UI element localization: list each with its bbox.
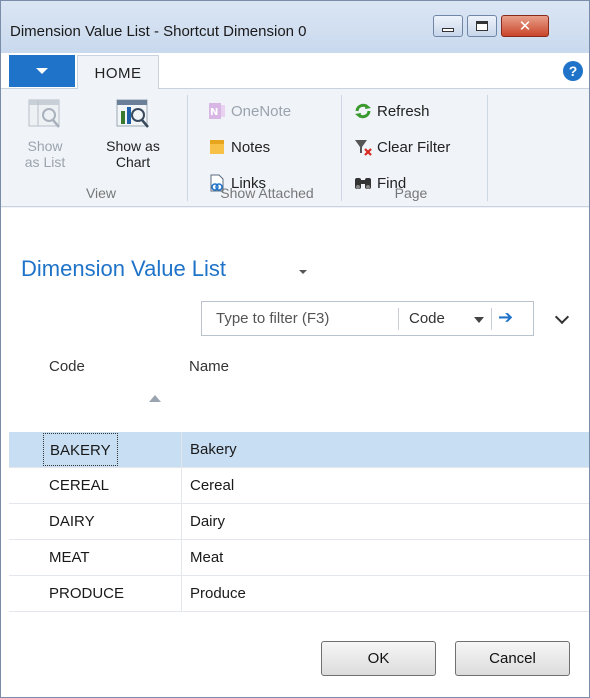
chevron-down-icon [36, 68, 48, 74]
show-as-list-button[interactable]: Show as List [15, 97, 75, 170]
column-header-name[interactable]: Name [189, 358, 229, 375]
filter-field-select[interactable]: Code [409, 310, 445, 327]
table-row[interactable]: BAKERY Bakery [9, 432, 589, 468]
sort-ascending-icon [149, 395, 161, 402]
ribbon: Show as List Show as Chart View N OneNot… [1, 89, 589, 207]
cell-name[interactable]: Cereal [181, 468, 234, 503]
ribbon-tab-row: HOME ? [1, 53, 589, 90]
app-menu-button[interactable] [9, 55, 75, 87]
ok-button[interactable]: OK [321, 641, 436, 676]
filter-box: Type to filter (F3) Code ➔ [201, 301, 534, 336]
page-title[interactable]: Dimension Value List [21, 256, 226, 282]
onenote-label: OneNote [231, 102, 292, 120]
filter-input[interactable]: Type to filter (F3) [216, 310, 329, 327]
onenote-icon: N [207, 101, 227, 121]
chevron-down-icon[interactable] [299, 270, 307, 274]
cell-code[interactable]: CEREAL [43, 468, 115, 503]
notes-label: Notes [231, 138, 271, 156]
group-label-view: View [85, 185, 117, 201]
close-button[interactable]: ✕ [501, 15, 549, 37]
svg-text:N: N [210, 107, 218, 118]
cell-name[interactable]: Produce [181, 576, 246, 611]
refresh-label: Refresh [377, 102, 430, 120]
group-separator [341, 95, 342, 201]
cell-code[interactable]: MEAT [43, 540, 96, 575]
table-row[interactable]: DAIRY Dairy [9, 504, 589, 540]
clear-filter-button[interactable]: Clear Filter [353, 135, 450, 159]
minimize-button[interactable] [433, 15, 463, 37]
cell-name[interactable]: Meat [181, 540, 223, 575]
maximize-icon [476, 21, 488, 31]
list-page: Dimension Value List Type to filter (F3)… [1, 208, 589, 697]
divider [491, 308, 492, 330]
table-row[interactable]: CEREAL Cereal [9, 468, 589, 504]
note-icon [207, 137, 227, 157]
chevron-down-icon[interactable] [474, 317, 484, 323]
title-bar[interactable]: Dimension Value List - Shortcut Dimensio… [1, 1, 589, 53]
close-icon: ✕ [518, 17, 532, 35]
show-as-list-label-1: Show [27, 138, 63, 154]
show-as-list-label-2: as List [24, 154, 66, 170]
group-label-show-attached: Show Attached [220, 185, 314, 201]
window-title: Dimension Value List - Shortcut Dimensio… [10, 23, 307, 40]
data-grid: BAKERY Bakery CEREAL Cereal DAIRY Dairy … [9, 432, 589, 612]
clear-filter-label: Clear Filter [377, 138, 451, 156]
cell-code[interactable]: PRODUCE [43, 576, 130, 611]
group-separator [487, 95, 488, 201]
cell-name[interactable]: Dairy [181, 504, 225, 539]
show-as-chart-button[interactable]: Show as Chart [95, 97, 171, 170]
cancel-button[interactable]: Cancel [455, 641, 570, 676]
table-row[interactable]: PRODUCE Produce [9, 576, 589, 612]
refresh-button[interactable]: Refresh [353, 99, 430, 123]
cell-name[interactable]: Bakery [181, 432, 237, 467]
list-view-icon [28, 99, 60, 128]
help-icon[interactable]: ? [563, 61, 583, 81]
clear-filter-icon [353, 137, 373, 157]
group-separator [187, 95, 188, 201]
chevron-down-icon[interactable] [554, 309, 570, 325]
arrow-right-icon[interactable]: ➔ [498, 307, 513, 328]
cell-code[interactable]: BAKERY [43, 433, 118, 466]
show-as-chart-label-1: Show as [106, 138, 160, 154]
dialog-window: Dimension Value List - Shortcut Dimensio… [0, 0, 590, 698]
chart-view-icon [116, 99, 149, 128]
onenote-button[interactable]: N OneNote [207, 99, 291, 123]
table-row[interactable]: MEAT Meat [9, 540, 589, 576]
divider [398, 308, 399, 330]
minimize-icon [442, 28, 454, 32]
refresh-icon [353, 101, 373, 121]
notes-button[interactable]: Notes [207, 135, 270, 159]
show-as-chart-label-2: Chart [115, 154, 151, 170]
group-label-page: Page [394, 185, 428, 201]
cell-code[interactable]: DAIRY [43, 504, 101, 539]
maximize-button[interactable] [467, 15, 497, 37]
tab-home[interactable]: HOME [77, 55, 159, 90]
column-header-code[interactable]: Code [49, 358, 85, 375]
